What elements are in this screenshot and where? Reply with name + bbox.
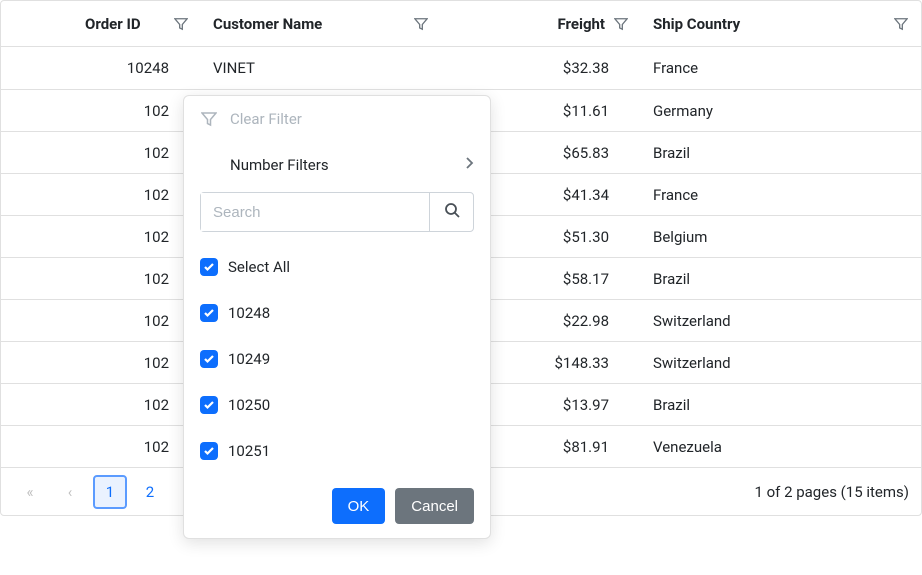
search-icon xyxy=(444,202,460,222)
cell-country: Belgium xyxy=(641,228,921,246)
chevron-right-icon xyxy=(464,156,474,174)
col-label: Order ID xyxy=(13,15,165,33)
filter-checklist[interactable]: Select All 10248 10249 10250 10251 xyxy=(184,244,490,474)
col-label: Ship Country xyxy=(653,15,893,33)
filter-icon[interactable] xyxy=(173,16,189,32)
check-label: 10251 xyxy=(228,442,270,460)
check-item-select-all[interactable]: Select All xyxy=(200,244,474,290)
cell-orderid: 102 xyxy=(1,228,201,246)
check-item[interactable]: 10249 xyxy=(200,336,474,382)
number-filters-button[interactable]: Number Filters xyxy=(200,142,474,188)
col-header-orderid[interactable]: Order ID xyxy=(1,15,201,33)
cell-orderid: 102 xyxy=(1,438,201,456)
filter-icon[interactable] xyxy=(413,16,429,32)
col-header-freight[interactable]: Freight xyxy=(441,15,641,33)
check-label: 10250 xyxy=(228,396,270,414)
cell-orderid: 102 xyxy=(1,144,201,162)
col-label: Freight xyxy=(453,15,605,33)
cell-country: Brazil xyxy=(641,396,921,414)
pager-page-2[interactable]: 2 xyxy=(133,475,167,509)
pager-page-1[interactable]: 1 xyxy=(93,475,127,509)
checkbox-checked-icon[interactable] xyxy=(200,396,218,414)
cell-orderid: 102 xyxy=(1,312,201,330)
pager-prev-button[interactable]: ‹ xyxy=(53,475,87,509)
check-item[interactable]: 10250 xyxy=(200,382,474,428)
cell-orderid: 102 xyxy=(1,186,201,204)
pager-first-button[interactable]: « xyxy=(13,475,47,509)
cell-country: Venezuela xyxy=(641,438,921,456)
cell-freight: $32.38 xyxy=(441,59,641,77)
filter-icon[interactable] xyxy=(893,16,909,32)
clear-filter-label: Clear Filter xyxy=(230,110,302,128)
check-label: Select All xyxy=(228,258,290,276)
checkbox-checked-icon[interactable] xyxy=(200,442,218,460)
number-filters-label: Number Filters xyxy=(200,156,452,174)
filter-icon[interactable] xyxy=(613,16,629,32)
search-input[interactable] xyxy=(201,193,429,231)
header-row: Order ID Customer Name Freight Ship Coun… xyxy=(1,1,921,47)
ok-button[interactable]: OK xyxy=(332,488,386,524)
cell-orderid: 102 xyxy=(1,354,201,372)
cell-orderid: 102 xyxy=(1,396,201,414)
cancel-button[interactable]: Cancel xyxy=(395,488,474,524)
cell-country: Brazil xyxy=(641,144,921,162)
cell-orderid: 102 xyxy=(1,102,201,120)
cell-country: Germany xyxy=(641,102,921,120)
check-item[interactable]: 10251 xyxy=(200,428,474,474)
search-button[interactable] xyxy=(429,193,473,231)
cell-country: Brazil xyxy=(641,270,921,288)
checkbox-checked-icon[interactable] xyxy=(200,350,218,368)
checkbox-checked-icon[interactable] xyxy=(200,258,218,276)
col-label: Customer Name xyxy=(213,15,413,33)
filter-popup: Clear Filter Number Filters Select All 1… xyxy=(183,95,491,539)
cell-orderid: 10248 xyxy=(1,59,201,77)
checkbox-checked-icon[interactable] xyxy=(200,304,218,322)
col-header-customer[interactable]: Customer Name xyxy=(201,15,441,33)
cell-orderid: 102 xyxy=(1,270,201,288)
filter-clear-icon xyxy=(200,110,218,128)
cell-country: Switzerland xyxy=(641,312,921,330)
clear-filter-button[interactable]: Clear Filter xyxy=(200,96,474,142)
table-row[interactable]: 10248VINET$32.38France xyxy=(1,47,921,89)
col-header-country[interactable]: Ship Country xyxy=(641,15,921,33)
check-item[interactable]: 10248 xyxy=(200,290,474,336)
cell-country: France xyxy=(641,186,921,204)
pager-info: 1 of 2 pages (15 items) xyxy=(754,483,909,501)
check-label: 10248 xyxy=(228,304,270,322)
search-wrap xyxy=(200,192,474,232)
cell-country: France xyxy=(641,59,921,77)
popup-footer: OK Cancel xyxy=(184,474,490,538)
cell-customer: VINET xyxy=(201,59,441,77)
check-label: 10249 xyxy=(228,350,270,368)
cell-country: Switzerland xyxy=(641,354,921,372)
